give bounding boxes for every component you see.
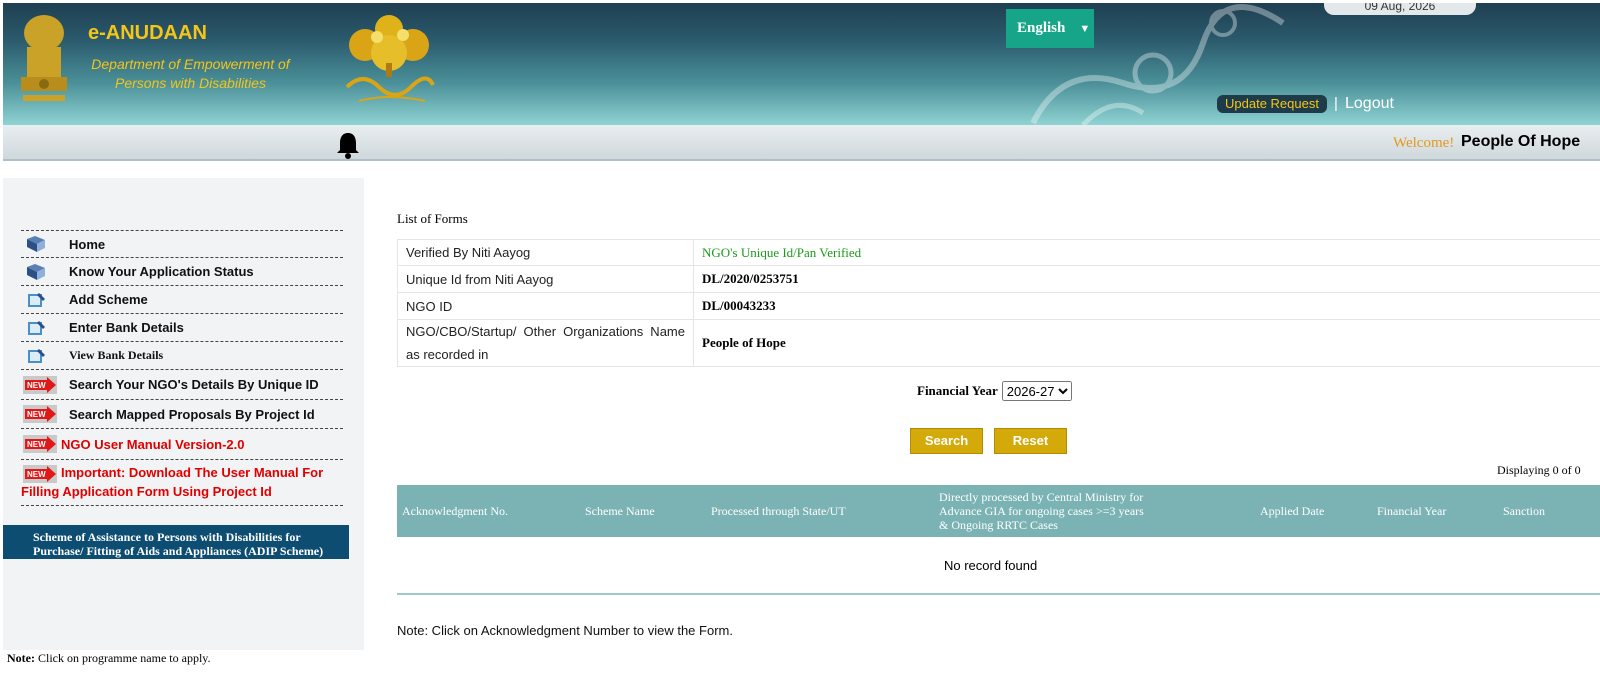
book-icon: [27, 236, 45, 252]
info-row: Unique Id from Niti Aayog DL/2020/025375…: [397, 265, 1600, 293]
sidebar-item-label: Enter Bank Details: [69, 320, 184, 335]
info-row: NGO ID DL/00043233: [397, 292, 1600, 320]
sidebar-item-add-scheme[interactable]: Add Scheme: [21, 286, 343, 314]
date-text: 09 Aug, 2026: [1364, 3, 1436, 13]
national-emblem-icon: [21, 15, 67, 101]
logout-link[interactable]: Logout: [1345, 95, 1394, 113]
info-value: People of Hope: [693, 319, 1600, 367]
update-request-button[interactable]: Update Request: [1217, 95, 1327, 113]
note-prefix: Note:: [7, 651, 35, 665]
user-name: People Of Hope: [1461, 133, 1581, 150]
book-icon: [27, 263, 45, 280]
sidebar-item-label: NGO User Manual Version-2.0: [61, 436, 245, 452]
sidebar-item-label: View Bank Details: [69, 348, 164, 362]
sidebar-item-label: Home: [69, 236, 106, 252]
info-row: NGO/CBO/Startup/ Other Organizations Nam…: [397, 319, 1600, 367]
sidebar-item-label: Important: Download The User Manual For …: [21, 465, 324, 499]
current-date: 09 Aug, 2026: [1324, 3, 1476, 15]
reset-button[interactable]: Reset: [994, 428, 1067, 454]
sidebar-item-search-proposals[interactable]: NEW Search Mapped Proposals By Project I…: [21, 400, 343, 429]
svg-text:NEW: NEW: [27, 440, 46, 449]
financial-year-filter: Financial Year 2026-27: [917, 381, 1072, 401]
sidebar-item-home[interactable]: Home: [21, 231, 343, 258]
department-name: Department of Empowerment of Persons wit…: [91, 56, 290, 91]
column-header: Financial Year: [1377, 504, 1447, 518]
sidebar-item-search-ngo[interactable]: NEW Search Your NGO's Details By Unique …: [21, 370, 343, 400]
swavlamban-logo-icon: [345, 15, 435, 102]
svg-text:NEW: NEW: [27, 410, 46, 419]
welcome-bar: Welcome! People Of Hope: [3, 125, 1600, 161]
info-value: DL/2020/0253751: [693, 265, 1600, 293]
column-header: Directly processed by Central Ministry f…: [939, 490, 1144, 532]
new-badge-icon: NEW: [23, 464, 57, 483]
forms-table-header: Acknowledgment No. Scheme Name Processed…: [397, 485, 1600, 537]
page-title: List of Forms: [397, 211, 468, 226]
scheme-adip-link[interactable]: Scheme of Assistance to Persons with Dis…: [3, 525, 349, 559]
info-row: Verified By Niti Aayog NGO's Unique Id/P…: [397, 239, 1600, 266]
sidebar-item-view-bank[interactable]: View Bank Details: [21, 342, 343, 370]
brand-title: e-ANUDAAN: [88, 22, 207, 44]
pen-book-icon: [28, 292, 45, 307]
notification-bell-icon[interactable]: [333, 130, 363, 160]
site-header: e-ANUDAAN Department of Empowerment of P…: [3, 3, 1600, 125]
sidebar-item-label: Search Mapped Proposals By Project Id: [69, 406, 315, 422]
column-header: Sanction: [1503, 504, 1545, 518]
financial-year-label: Financial Year: [917, 383, 998, 398]
svg-text:NEW: NEW: [27, 470, 46, 479]
sidebar: Home Know Your Application Status Add Sc…: [3, 178, 364, 650]
language-label: English: [1017, 20, 1066, 36]
column-header: Processed through State/UT: [711, 504, 846, 518]
empty-state-message: No record found: [944, 558, 1038, 573]
sidebar-item-label: Search Your NGO's Details By Unique ID: [69, 377, 319, 392]
info-label: NGO/CBO/Startup/ Other Organizations Nam…: [397, 319, 694, 367]
header-separator: |: [1334, 95, 1338, 112]
svg-text:NEW: NEW: [27, 381, 46, 390]
sidebar-note: Note: Click on programme name to apply.: [7, 651, 211, 666]
sidebar-item-user-manual[interactable]: NEW NGO User Manual Version-2.0: [21, 429, 343, 460]
column-header: Scheme Name: [585, 504, 655, 518]
info-label: Unique Id from Niti Aayog: [397, 265, 694, 293]
column-header: Acknowledgment No.: [402, 504, 508, 518]
welcome-label: Welcome!: [1393, 135, 1455, 151]
new-badge-icon: NEW: [23, 405, 57, 423]
forms-note: Note: Click on Acknowledgment Number to …: [397, 623, 733, 638]
record-count: Displaying 0 of 0: [1497, 463, 1581, 477]
financial-year-select[interactable]: 2026-27: [1001, 381, 1072, 401]
pen-book-icon: [28, 348, 45, 363]
column-header: Applied Date: [1260, 504, 1325, 518]
sidebar-item-download-manual[interactable]: NEW Important: Download The User Manual F…: [21, 460, 343, 506]
ngo-info-table: Verified By Niti Aayog NGO's Unique Id/P…: [397, 239, 1600, 367]
sidebar-item-label: Add Scheme: [69, 292, 148, 307]
language-dropdown[interactable]: English ▼: [1006, 9, 1094, 48]
table-divider: [397, 593, 1600, 595]
sidebar-item-label: Know Your Application Status: [69, 264, 254, 279]
new-badge-icon: NEW: [23, 375, 57, 394]
sidebar-item-enter-bank[interactable]: Enter Bank Details: [21, 314, 343, 342]
info-value: NGO's Unique Id/Pan Verified: [693, 239, 1600, 266]
new-badge-icon: NEW: [23, 435, 57, 453]
info-label: NGO ID: [397, 292, 694, 320]
note-text: Click on programme name to apply.: [37, 651, 211, 665]
sidebar-item-application-status[interactable]: Know Your Application Status: [21, 258, 343, 286]
sidebar-menu: Home Know Your Application Status Add Sc…: [21, 230, 343, 506]
pen-book-icon: [28, 320, 45, 335]
chevron-down-icon: ▼: [1079, 22, 1091, 35]
info-label: Verified By Niti Aayog: [397, 239, 694, 266]
info-value: DL/00043233: [693, 292, 1600, 320]
search-button[interactable]: Search: [910, 428, 983, 454]
